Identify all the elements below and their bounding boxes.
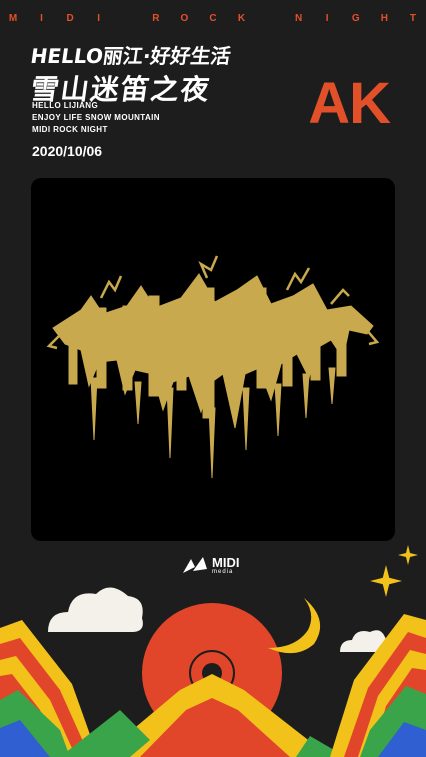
banner-letter: I [97, 13, 101, 24]
banner-letter: O [180, 13, 189, 24]
event-date: 2020/10/06 [32, 143, 103, 159]
event-subtitle-line1: HELLO LIJIANG [32, 101, 99, 110]
banner-letter: G [351, 13, 360, 24]
band-logo-cover [31, 178, 395, 541]
banner-spacer [265, 13, 275, 27]
event-subtitle-line2: ENJOY LIFE SNOW MOUNTAIN [32, 113, 160, 122]
band-logo-image [46, 255, 380, 479]
event-title-line1: HELLO丽江·好好生活 [29, 44, 233, 68]
cloud-icon [48, 587, 143, 632]
banner-letter: C [209, 13, 217, 24]
banner-letter: R [152, 13, 160, 24]
banner-letter: I [325, 13, 329, 24]
landscape-illustration [0, 587, 426, 757]
banner-letter: I [40, 13, 43, 24]
banner-letter: K [237, 13, 246, 24]
top-banner: M I D I R O C K N I G H T [0, 13, 426, 27]
artist-name: AK [308, 71, 391, 136]
banner-letter: N [295, 13, 303, 24]
banner-letter: D [66, 13, 74, 24]
banner-letter: M [8, 13, 18, 24]
banner-letter: T [409, 13, 416, 24]
banner-letter: H [380, 13, 388, 24]
banner-spacer [122, 13, 132, 27]
event-subtitle-line3: MIDI ROCK NIGHT [32, 125, 108, 134]
